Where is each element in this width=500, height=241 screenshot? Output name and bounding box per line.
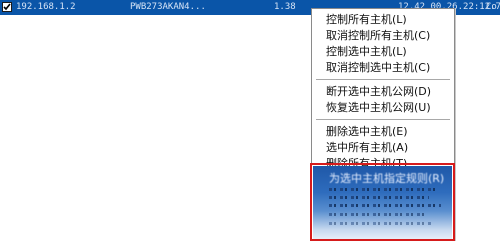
menu-item-delete-selected[interactable]: 删除选中主机(E) [326,124,408,140]
menu-item-select-all[interactable]: 选中所有主机(A) [326,140,408,156]
menu-item-uncontrol-all[interactable]: 取消控制所有主机(C) [326,28,430,44]
menu-item-uncontrol-selected[interactable]: 取消控制选中主机(C) [326,60,430,76]
menu-item-control-selected[interactable]: 控制选中主机(L) [326,44,407,60]
host-select-checkbox[interactable] [2,2,12,12]
menu-item-control-all[interactable]: 控制所有主机(L) [326,12,407,28]
host-ip: 192.168.1.2 [16,2,76,12]
host-version: 1.38 [274,2,296,12]
checkmark-icon [3,3,11,11]
menu-separator [316,79,450,81]
host-computer-name: PWB273AKAN4... [130,2,206,12]
host-extra-column: Co [486,2,497,12]
menu-item-restore-internet[interactable]: 恢复选中主机公网(U) [326,100,431,116]
menu-separator [316,119,450,121]
menu-item-disconnect-internet[interactable]: 断开选中主机公网(D) [326,84,431,100]
red-highlight-box [310,163,455,241]
